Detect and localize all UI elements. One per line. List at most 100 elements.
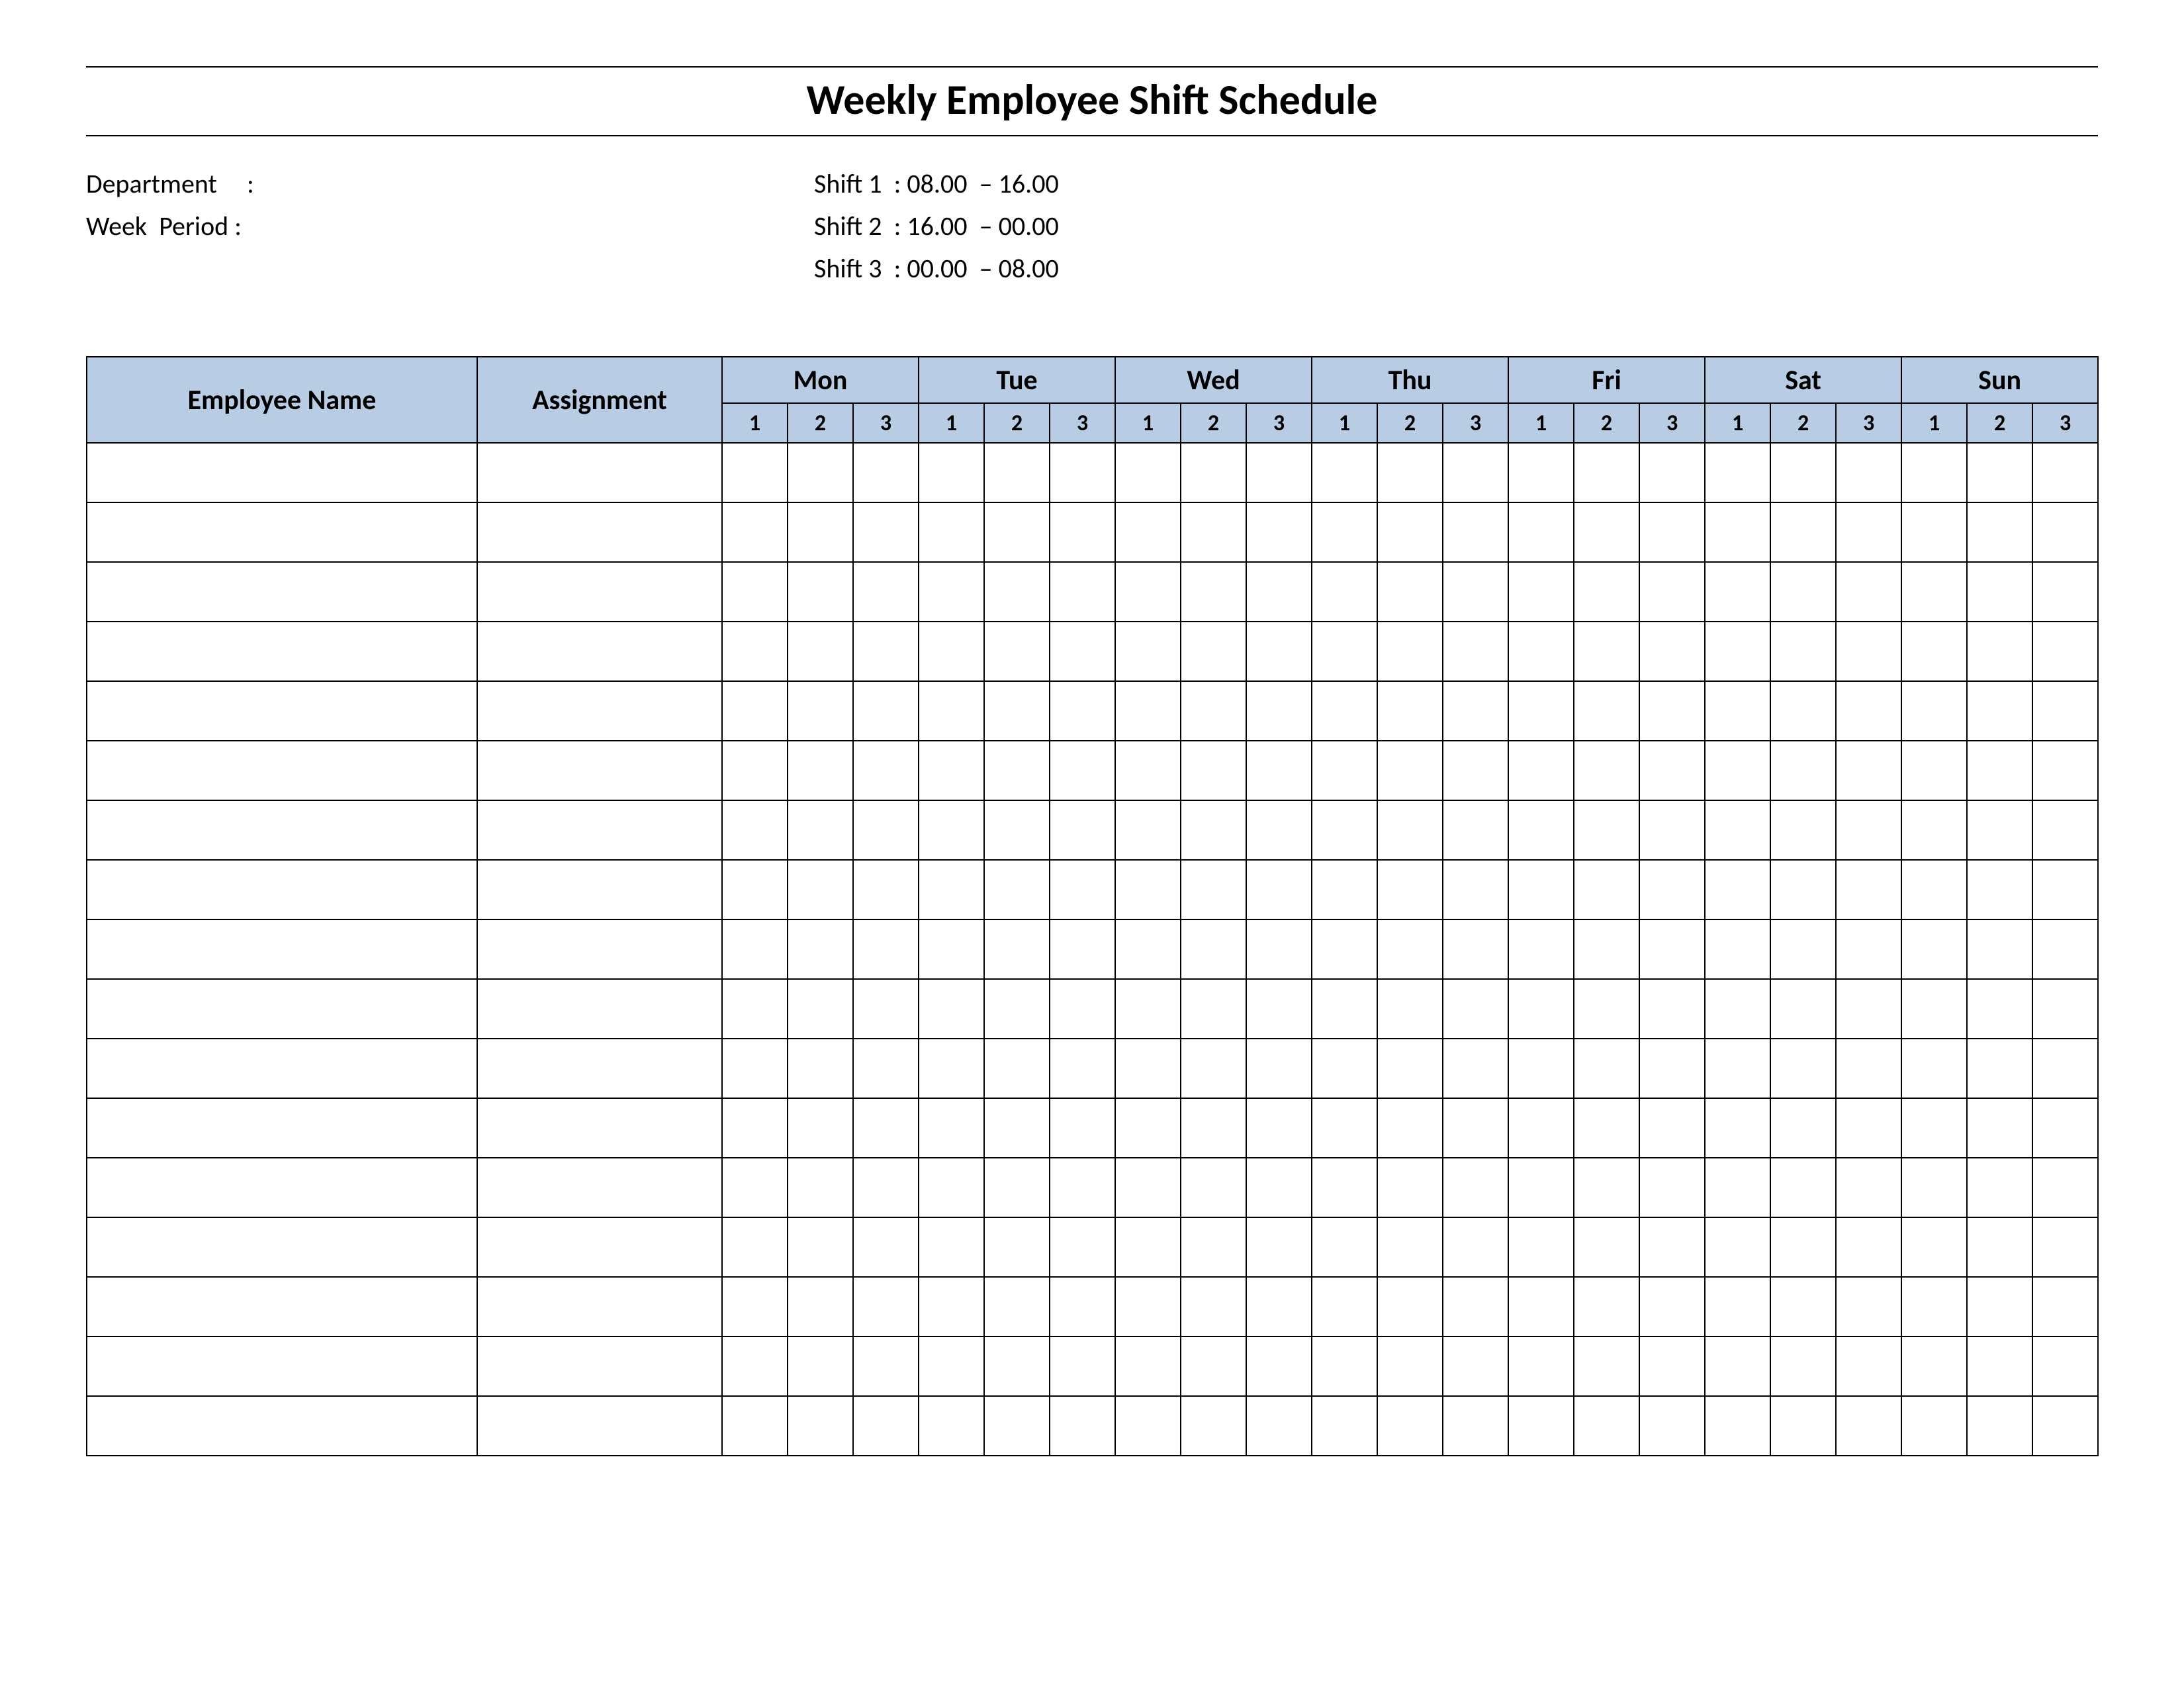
- cell-shift[interactable]: [1901, 741, 1967, 800]
- cell-shift[interactable]: [788, 502, 853, 562]
- cell-shift[interactable]: [1901, 919, 1967, 979]
- cell-shift[interactable]: [1443, 1336, 1508, 1396]
- cell-shift[interactable]: [788, 800, 853, 860]
- cell-shift[interactable]: [1443, 1039, 1508, 1098]
- cell-shift[interactable]: [1705, 502, 1770, 562]
- cell-shift[interactable]: [984, 1396, 1050, 1456]
- cell-shift[interactable]: [1770, 502, 1836, 562]
- cell-shift[interactable]: [1901, 502, 1967, 562]
- cell-employee-name[interactable]: [87, 1336, 477, 1396]
- cell-shift[interactable]: [1115, 800, 1181, 860]
- cell-shift[interactable]: [1770, 979, 1836, 1039]
- cell-shift[interactable]: [919, 1158, 984, 1217]
- cell-shift[interactable]: [1246, 919, 1312, 979]
- cell-shift[interactable]: [722, 1336, 788, 1396]
- cell-shift[interactable]: [919, 1277, 984, 1336]
- cell-shift[interactable]: [788, 1396, 853, 1456]
- cell-employee-name[interactable]: [87, 502, 477, 562]
- cell-shift[interactable]: [1967, 502, 2032, 562]
- cell-shift[interactable]: [1443, 1217, 1508, 1277]
- cell-shift[interactable]: [1574, 1039, 1639, 1098]
- cell-assignment[interactable]: [477, 1336, 722, 1396]
- cell-shift[interactable]: [788, 919, 853, 979]
- cell-shift[interactable]: [1901, 979, 1967, 1039]
- cell-shift[interactable]: [1770, 562, 1836, 622]
- cell-shift[interactable]: [1050, 1098, 1115, 1158]
- cell-shift[interactable]: [1967, 979, 2032, 1039]
- cell-shift[interactable]: [984, 1277, 1050, 1336]
- cell-employee-name[interactable]: [87, 443, 477, 502]
- cell-shift[interactable]: [1770, 741, 1836, 800]
- cell-shift[interactable]: [1901, 1336, 1967, 1396]
- cell-shift[interactable]: [1836, 1217, 1901, 1277]
- cell-shift[interactable]: [853, 1277, 919, 1336]
- cell-shift[interactable]: [1246, 1396, 1312, 1456]
- cell-shift[interactable]: [1050, 800, 1115, 860]
- cell-shift[interactable]: [1967, 919, 2032, 979]
- cell-shift[interactable]: [2032, 622, 2098, 681]
- cell-shift[interactable]: [984, 979, 1050, 1039]
- cell-shift[interactable]: [1050, 1039, 1115, 1098]
- cell-shift[interactable]: [1246, 1039, 1312, 1098]
- cell-shift[interactable]: [1836, 1396, 1901, 1456]
- cell-employee-name[interactable]: [87, 1158, 477, 1217]
- cell-shift[interactable]: [722, 562, 788, 622]
- cell-shift[interactable]: [1508, 562, 1574, 622]
- cell-shift[interactable]: [1115, 681, 1181, 741]
- cell-shift[interactable]: [1508, 1277, 1574, 1336]
- cell-shift[interactable]: [1050, 1277, 1115, 1336]
- cell-shift[interactable]: [1443, 1396, 1508, 1456]
- cell-shift[interactable]: [1574, 443, 1639, 502]
- cell-assignment[interactable]: [477, 622, 722, 681]
- cell-shift[interactable]: [1443, 1098, 1508, 1158]
- cell-shift[interactable]: [984, 502, 1050, 562]
- cell-shift[interactable]: [1639, 622, 1705, 681]
- cell-shift[interactable]: [1967, 1277, 2032, 1336]
- cell-shift[interactable]: [1770, 1217, 1836, 1277]
- cell-shift[interactable]: [2032, 741, 2098, 800]
- cell-shift[interactable]: [1181, 1396, 1246, 1456]
- cell-shift[interactable]: [1574, 1098, 1639, 1158]
- cell-shift[interactable]: [1967, 1336, 2032, 1396]
- cell-shift[interactable]: [1901, 860, 1967, 919]
- cell-shift[interactable]: [853, 800, 919, 860]
- cell-shift[interactable]: [1705, 1336, 1770, 1396]
- cell-shift[interactable]: [853, 1098, 919, 1158]
- cell-shift[interactable]: [919, 1336, 984, 1396]
- cell-shift[interactable]: [1508, 1039, 1574, 1098]
- cell-shift[interactable]: [1508, 443, 1574, 502]
- cell-shift[interactable]: [1377, 562, 1443, 622]
- cell-shift[interactable]: [984, 1217, 1050, 1277]
- cell-shift[interactable]: [853, 1039, 919, 1098]
- cell-assignment[interactable]: [477, 1217, 722, 1277]
- cell-shift[interactable]: [788, 860, 853, 919]
- cell-shift[interactable]: [1377, 1158, 1443, 1217]
- cell-shift[interactable]: [1115, 919, 1181, 979]
- cell-shift[interactable]: [919, 741, 984, 800]
- cell-shift[interactable]: [1967, 1396, 2032, 1456]
- cell-shift[interactable]: [1901, 562, 1967, 622]
- cell-shift[interactable]: [1312, 741, 1377, 800]
- cell-shift[interactable]: [853, 1217, 919, 1277]
- cell-shift[interactable]: [2032, 562, 2098, 622]
- cell-shift[interactable]: [722, 1098, 788, 1158]
- cell-shift[interactable]: [1377, 741, 1443, 800]
- cell-shift[interactable]: [722, 979, 788, 1039]
- cell-shift[interactable]: [1508, 1217, 1574, 1277]
- cell-assignment[interactable]: [477, 681, 722, 741]
- cell-shift[interactable]: [1115, 1098, 1181, 1158]
- cell-shift[interactable]: [1246, 622, 1312, 681]
- cell-shift[interactable]: [1639, 800, 1705, 860]
- cell-shift[interactable]: [1639, 562, 1705, 622]
- cell-shift[interactable]: [1705, 1396, 1770, 1456]
- cell-shift[interactable]: [1246, 502, 1312, 562]
- cell-shift[interactable]: [1181, 800, 1246, 860]
- cell-shift[interactable]: [1377, 979, 1443, 1039]
- cell-shift[interactable]: [1705, 800, 1770, 860]
- cell-shift[interactable]: [853, 741, 919, 800]
- cell-shift[interactable]: [919, 1098, 984, 1158]
- cell-shift[interactable]: [1770, 1277, 1836, 1336]
- cell-shift[interactable]: [1705, 681, 1770, 741]
- cell-shift[interactable]: [788, 741, 853, 800]
- cell-shift[interactable]: [919, 562, 984, 622]
